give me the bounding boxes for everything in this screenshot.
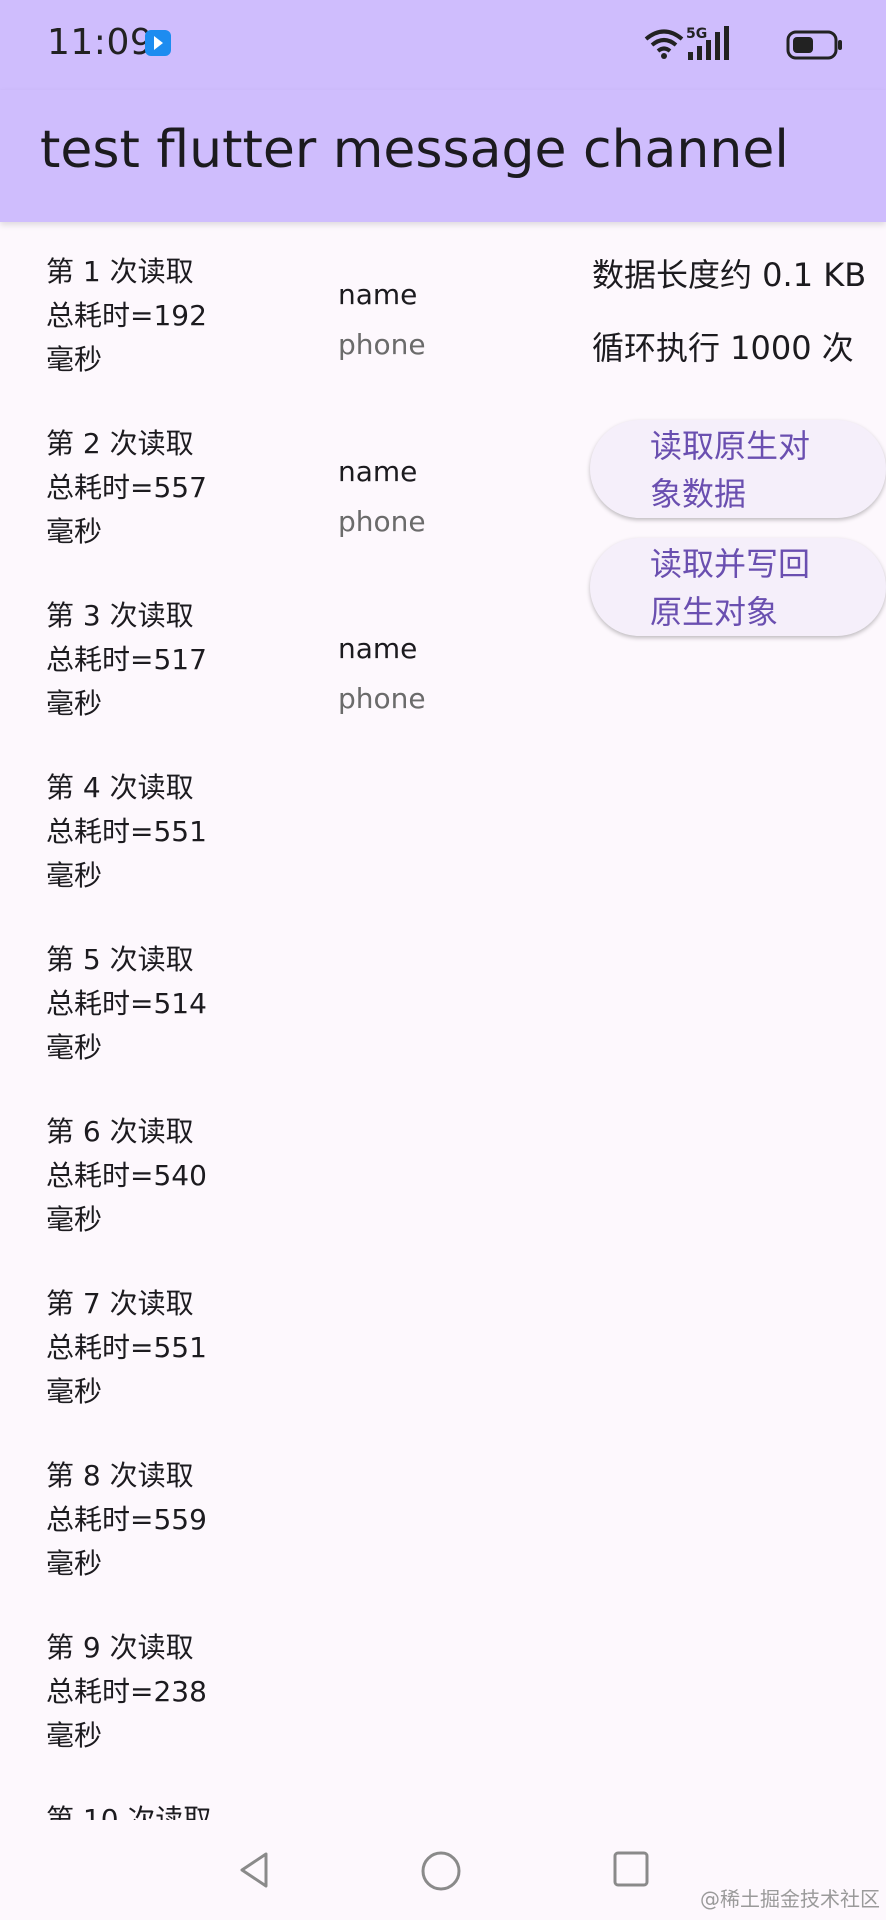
button-label-line: 读取原生对 — [650, 427, 811, 465]
read-index: 第 4 次读取 — [46, 771, 194, 804]
list-item: 第 3 次读取 总耗时=517 毫秒 — [46, 594, 266, 726]
read-native-object-button[interactable]: 读取原生对 象数据 — [590, 420, 886, 518]
time-unit: 毫秒 — [46, 515, 103, 548]
time-unit: 毫秒 — [46, 1547, 103, 1580]
list-item: 第 10 次读取 — [46, 1798, 266, 1820]
total-time: 总耗时=517 — [46, 643, 207, 676]
contact-name: name — [338, 455, 418, 488]
total-time: 总耗时=551 — [46, 815, 207, 848]
wifi-icon — [644, 28, 684, 64]
contact-phone: phone — [338, 505, 426, 538]
list-item: 第 4 次读取 总耗时=551 毫秒 — [46, 766, 266, 898]
list-item: 第 1 次读取 总耗时=192 毫秒 — [46, 250, 266, 382]
list-item: 第 5 次读取 总耗时=514 毫秒 — [46, 938, 266, 1070]
list-item: 第 2 次读取 总耗时=557 毫秒 — [46, 422, 266, 554]
contact-phone: phone — [338, 682, 426, 715]
signal-icon: 5G — [686, 24, 732, 68]
read-write-native-object-button[interactable]: 读取并写回 原生对象 — [590, 538, 886, 636]
button-label-line: 象数据 — [650, 475, 747, 513]
list-item: 第 7 次读取 总耗时=551 毫秒 — [46, 1282, 266, 1414]
page-title: test flutter message channel — [40, 120, 789, 180]
battery-icon — [786, 30, 844, 64]
read-index: 第 3 次读取 — [46, 599, 194, 632]
time-unit: 毫秒 — [46, 1203, 103, 1236]
network-type-label: 5G — [686, 26, 707, 42]
list-item: 第 9 次读取 总耗时=238 毫秒 — [46, 1626, 266, 1758]
time-unit: 毫秒 — [46, 687, 103, 720]
button-label-line: 原生对象 — [650, 593, 779, 631]
total-time: 总耗时=551 — [46, 1331, 207, 1364]
total-time: 总耗时=514 — [46, 987, 207, 1020]
total-time: 总耗时=557 — [46, 471, 207, 504]
contact-name: name — [338, 632, 418, 665]
home-icon[interactable] — [420, 1850, 462, 1896]
time-unit: 毫秒 — [46, 859, 103, 892]
contact-name: name — [338, 278, 418, 311]
navigation-bar: @稀土掘金技术社区 — [0, 1820, 886, 1920]
time-unit: 毫秒 — [46, 1031, 103, 1064]
watermark: @稀土掘金技术社区 — [700, 1887, 880, 1911]
time-unit: 毫秒 — [46, 1719, 103, 1752]
app-bar: test flutter message channel — [0, 90, 886, 222]
data-length-label: 数据长度约 0.1 KB — [592, 256, 867, 294]
recent-apps-icon[interactable] — [612, 1850, 650, 1892]
total-time: 总耗时=559 — [46, 1503, 207, 1536]
total-time: 总耗时=540 — [46, 1159, 207, 1192]
read-index: 第 9 次读取 — [46, 1631, 194, 1664]
loop-count-label: 循环执行 1000 次 — [592, 329, 854, 367]
time-unit: 毫秒 — [46, 343, 103, 376]
read-index: 第 7 次读取 — [46, 1287, 194, 1320]
contact-card: name phone — [338, 447, 478, 547]
back-icon[interactable] — [236, 1850, 272, 1894]
button-label-line: 读取并写回 — [650, 545, 811, 583]
read-index: 第 5 次读取 — [46, 943, 194, 976]
status-time: 11:09 — [47, 22, 154, 63]
list-item: 第 8 次读取 总耗时=559 毫秒 — [46, 1454, 266, 1586]
total-time: 总耗时=238 — [46, 1675, 207, 1708]
contact-phone: phone — [338, 328, 426, 361]
contact-card: name phone — [338, 270, 478, 370]
read-index: 第 8 次读取 — [46, 1459, 194, 1492]
contact-card: name phone — [338, 624, 478, 724]
read-index: 第 1 次读取 — [46, 255, 194, 288]
read-index: 第 6 次读取 — [46, 1115, 194, 1148]
read-index: 第 10 次读取 — [46, 1803, 212, 1820]
total-time: 总耗时=192 — [46, 299, 207, 332]
read-index: 第 2 次读取 — [46, 427, 194, 460]
time-unit: 毫秒 — [46, 1375, 103, 1408]
list-item: 第 6 次读取 总耗时=540 毫秒 — [46, 1110, 266, 1242]
app-notification-icon — [145, 30, 171, 56]
status-bar: 11:09 5G — [0, 0, 886, 90]
